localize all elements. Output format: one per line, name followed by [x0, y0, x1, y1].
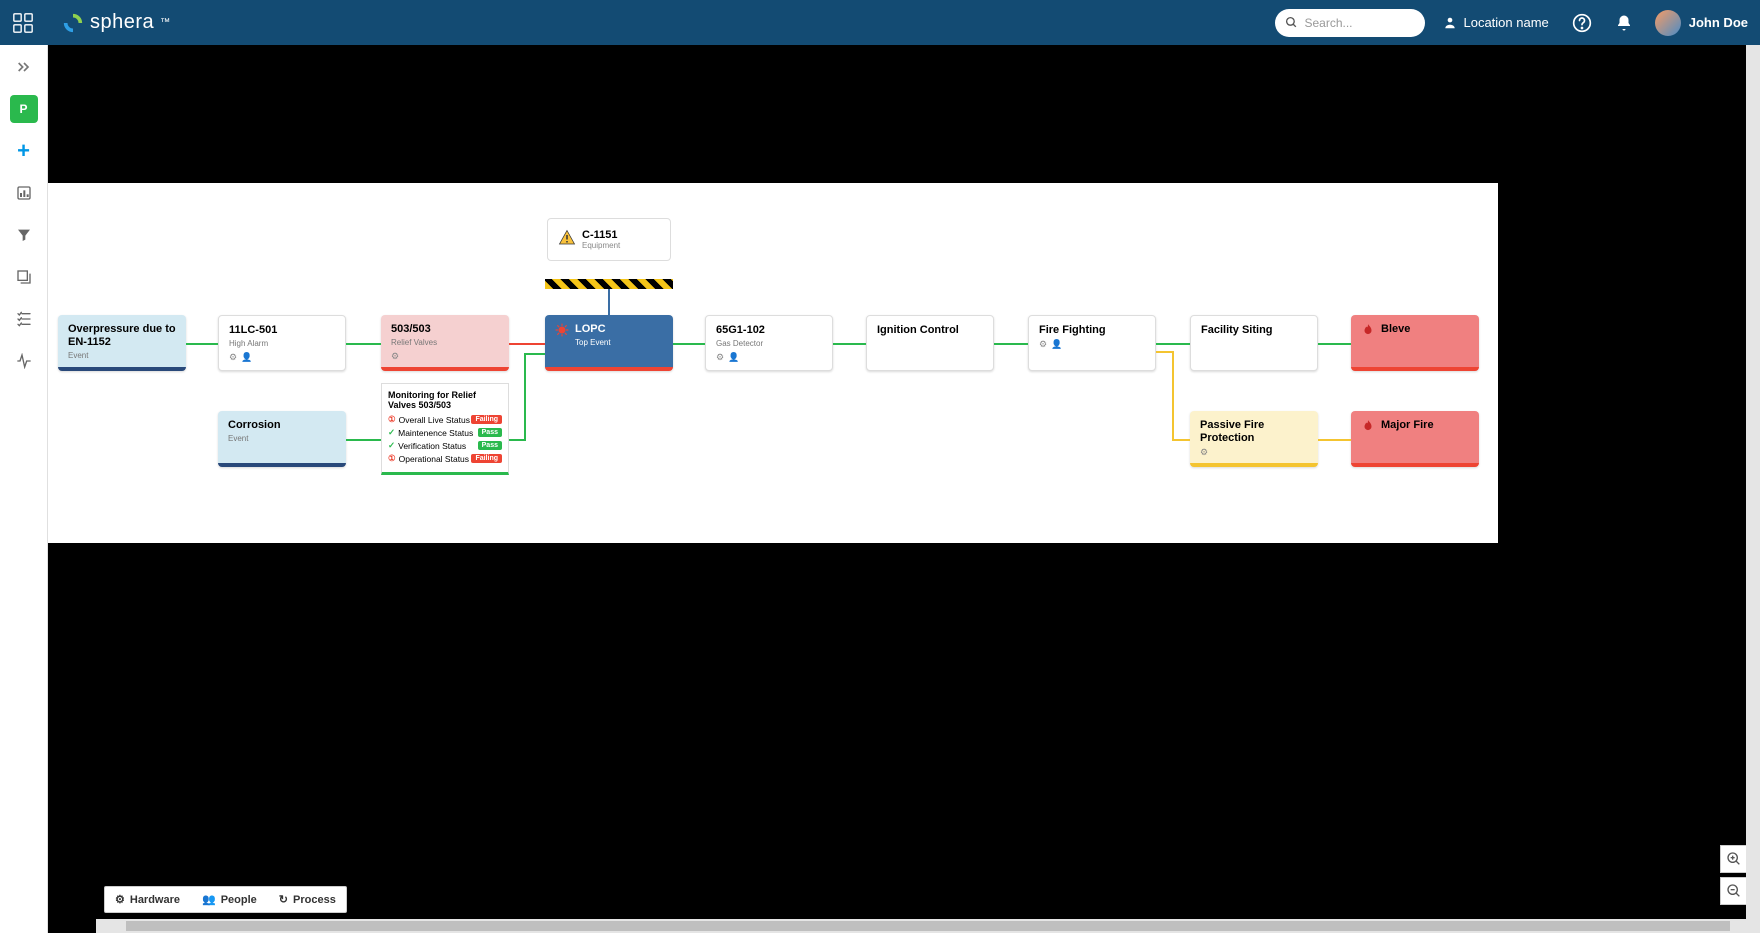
alert-icon: ①	[388, 414, 396, 425]
view-process[interactable]: ↻Process	[279, 893, 336, 906]
detail-row: ✓Maintenence StatusPass	[388, 427, 502, 438]
zoom-out-button[interactable]	[1720, 877, 1748, 905]
zoom-controls	[1720, 845, 1748, 905]
status-badge: Failing	[471, 454, 502, 463]
detail-row: ✓Verification StatusPass	[388, 440, 502, 451]
connector	[833, 343, 866, 345]
status-badge: Failing	[471, 415, 502, 424]
detail-row: ①Overall Live StatusFailing	[388, 414, 502, 425]
scrollbar-horizontal[interactable]	[96, 919, 1760, 933]
gear-icon: ⚙	[1039, 339, 1047, 350]
node-gas-detector[interactable]: 65G1-102 Gas Detector ⚙👤	[705, 315, 833, 371]
gear-icon: ⚙	[716, 352, 724, 363]
connector	[994, 343, 1028, 345]
connector	[524, 353, 545, 355]
equipment-subtitle: Equipment	[582, 241, 620, 250]
node-equipment[interactable]: C-1151 Equipment	[547, 218, 671, 261]
node-passive-fire[interactable]: Passive Fire Protection ⚙	[1190, 411, 1318, 467]
sidebar-layers-icon[interactable]	[10, 263, 38, 291]
explosion-icon	[555, 323, 569, 351]
status-badge: Pass	[478, 428, 502, 437]
brand-logo[interactable]: sphera™	[62, 11, 171, 34]
connector	[346, 343, 381, 345]
node-11lc-501[interactable]: 11LC-501 High Alarm ⚙👤	[218, 315, 346, 371]
gear-icon: ⚙	[115, 893, 125, 906]
node-ignition-control[interactable]: Ignition Control	[866, 315, 994, 371]
sidebar-chart-icon[interactable]	[10, 179, 38, 207]
user-name: John Doe	[1689, 15, 1748, 30]
process-icon: ↻	[279, 893, 288, 906]
node-major-fire[interactable]: Major Fire	[1351, 411, 1479, 467]
connector	[1318, 343, 1351, 345]
hazard-strip	[545, 279, 673, 289]
person-icon: 👤	[241, 352, 252, 363]
node-overpressure[interactable]: Overpressure due to EN-1152 Event	[58, 315, 186, 371]
connector	[509, 439, 524, 441]
sidebar-checklist-icon[interactable]	[10, 305, 38, 333]
gear-icon: ⚙	[1200, 447, 1208, 458]
diagram-canvas[interactable]: C-1151 Equipment Overpressure due to EN-…	[48, 45, 1760, 933]
node-corrosion[interactable]: Corrosion Event	[218, 411, 346, 467]
alert-icon: ①	[388, 453, 396, 464]
notifications-button[interactable]	[1613, 12, 1635, 34]
scrollbar-vertical[interactable]	[1746, 45, 1760, 919]
view-toolbar: ⚙Hardware 👥People ↻Process	[104, 886, 347, 913]
gear-icon: ⚙	[229, 352, 237, 363]
connector	[1318, 439, 1351, 441]
connector	[346, 439, 381, 441]
view-hardware[interactable]: ⚙Hardware	[115, 893, 180, 906]
search-input[interactable]	[1304, 16, 1415, 30]
connector	[1156, 343, 1190, 345]
help-button[interactable]	[1571, 12, 1593, 34]
search-box[interactable]	[1275, 9, 1425, 37]
connector	[1156, 351, 1172, 353]
connector	[524, 353, 526, 441]
people-icon: 👥	[202, 893, 216, 906]
view-people[interactable]: 👥People	[202, 893, 257, 906]
app-header: sphera™ Location name John Doe	[0, 0, 1760, 45]
connector	[1172, 439, 1190, 441]
node-facility-siting[interactable]: Facility Siting	[1190, 315, 1318, 371]
node-bleve[interactable]: Bleve	[1351, 315, 1479, 371]
person-pin-icon	[1443, 16, 1457, 30]
gear-icon: ⚙	[391, 351, 399, 362]
sidebar-project-badge[interactable]: P	[10, 95, 38, 123]
connector	[1172, 351, 1174, 441]
sidebar-expand-button[interactable]	[10, 53, 38, 81]
brand-mark-icon	[62, 12, 84, 34]
location-name: Location name	[1463, 15, 1548, 30]
person-icon: 👤	[728, 352, 739, 363]
check-icon: ✓	[388, 440, 395, 451]
detail-row: ①Operational StatusFailing	[388, 453, 502, 464]
equipment-title: C-1151	[582, 229, 620, 241]
fire-icon	[1361, 323, 1375, 338]
location-selector[interactable]: Location name	[1443, 15, 1548, 30]
node-relief-valves[interactable]: 503/503 Relief Valves ⚙	[381, 315, 509, 371]
warning-icon	[558, 229, 576, 247]
brand-name: sphera	[90, 11, 154, 34]
status-badge: Pass	[478, 441, 502, 450]
fire-icon	[1361, 419, 1375, 434]
detail-panel[interactable]: Monitoring for Relief Valves 503/503 ①Ov…	[381, 383, 509, 475]
detail-title: Monitoring for Relief Valves 503/503	[388, 390, 502, 410]
connector	[509, 343, 545, 345]
connector	[186, 343, 218, 345]
sidebar: P +	[0, 45, 48, 933]
user-avatar[interactable]	[1655, 10, 1681, 36]
apps-grid-icon[interactable]	[12, 12, 34, 34]
node-lopc[interactable]: LOPC Top Event	[545, 315, 673, 371]
node-fire-fighting[interactable]: Fire Fighting ⚙👤	[1028, 315, 1156, 371]
connector	[673, 343, 705, 345]
connector	[608, 289, 610, 315]
person-icon: 👤	[1051, 339, 1062, 350]
detail-rows: ①Overall Live StatusFailing ✓Maintenence …	[388, 414, 502, 464]
check-icon: ✓	[388, 427, 395, 438]
sidebar-add-button[interactable]: +	[10, 137, 38, 165]
sidebar-activity-icon[interactable]	[10, 347, 38, 375]
zoom-in-button[interactable]	[1720, 845, 1748, 873]
main: P + C-1151 Equipment Ove	[0, 45, 1760, 933]
sidebar-filter-icon[interactable]	[10, 221, 38, 249]
diagram-whitespace: C-1151 Equipment Overpressure due to EN-…	[48, 183, 1498, 543]
search-icon	[1285, 16, 1298, 29]
